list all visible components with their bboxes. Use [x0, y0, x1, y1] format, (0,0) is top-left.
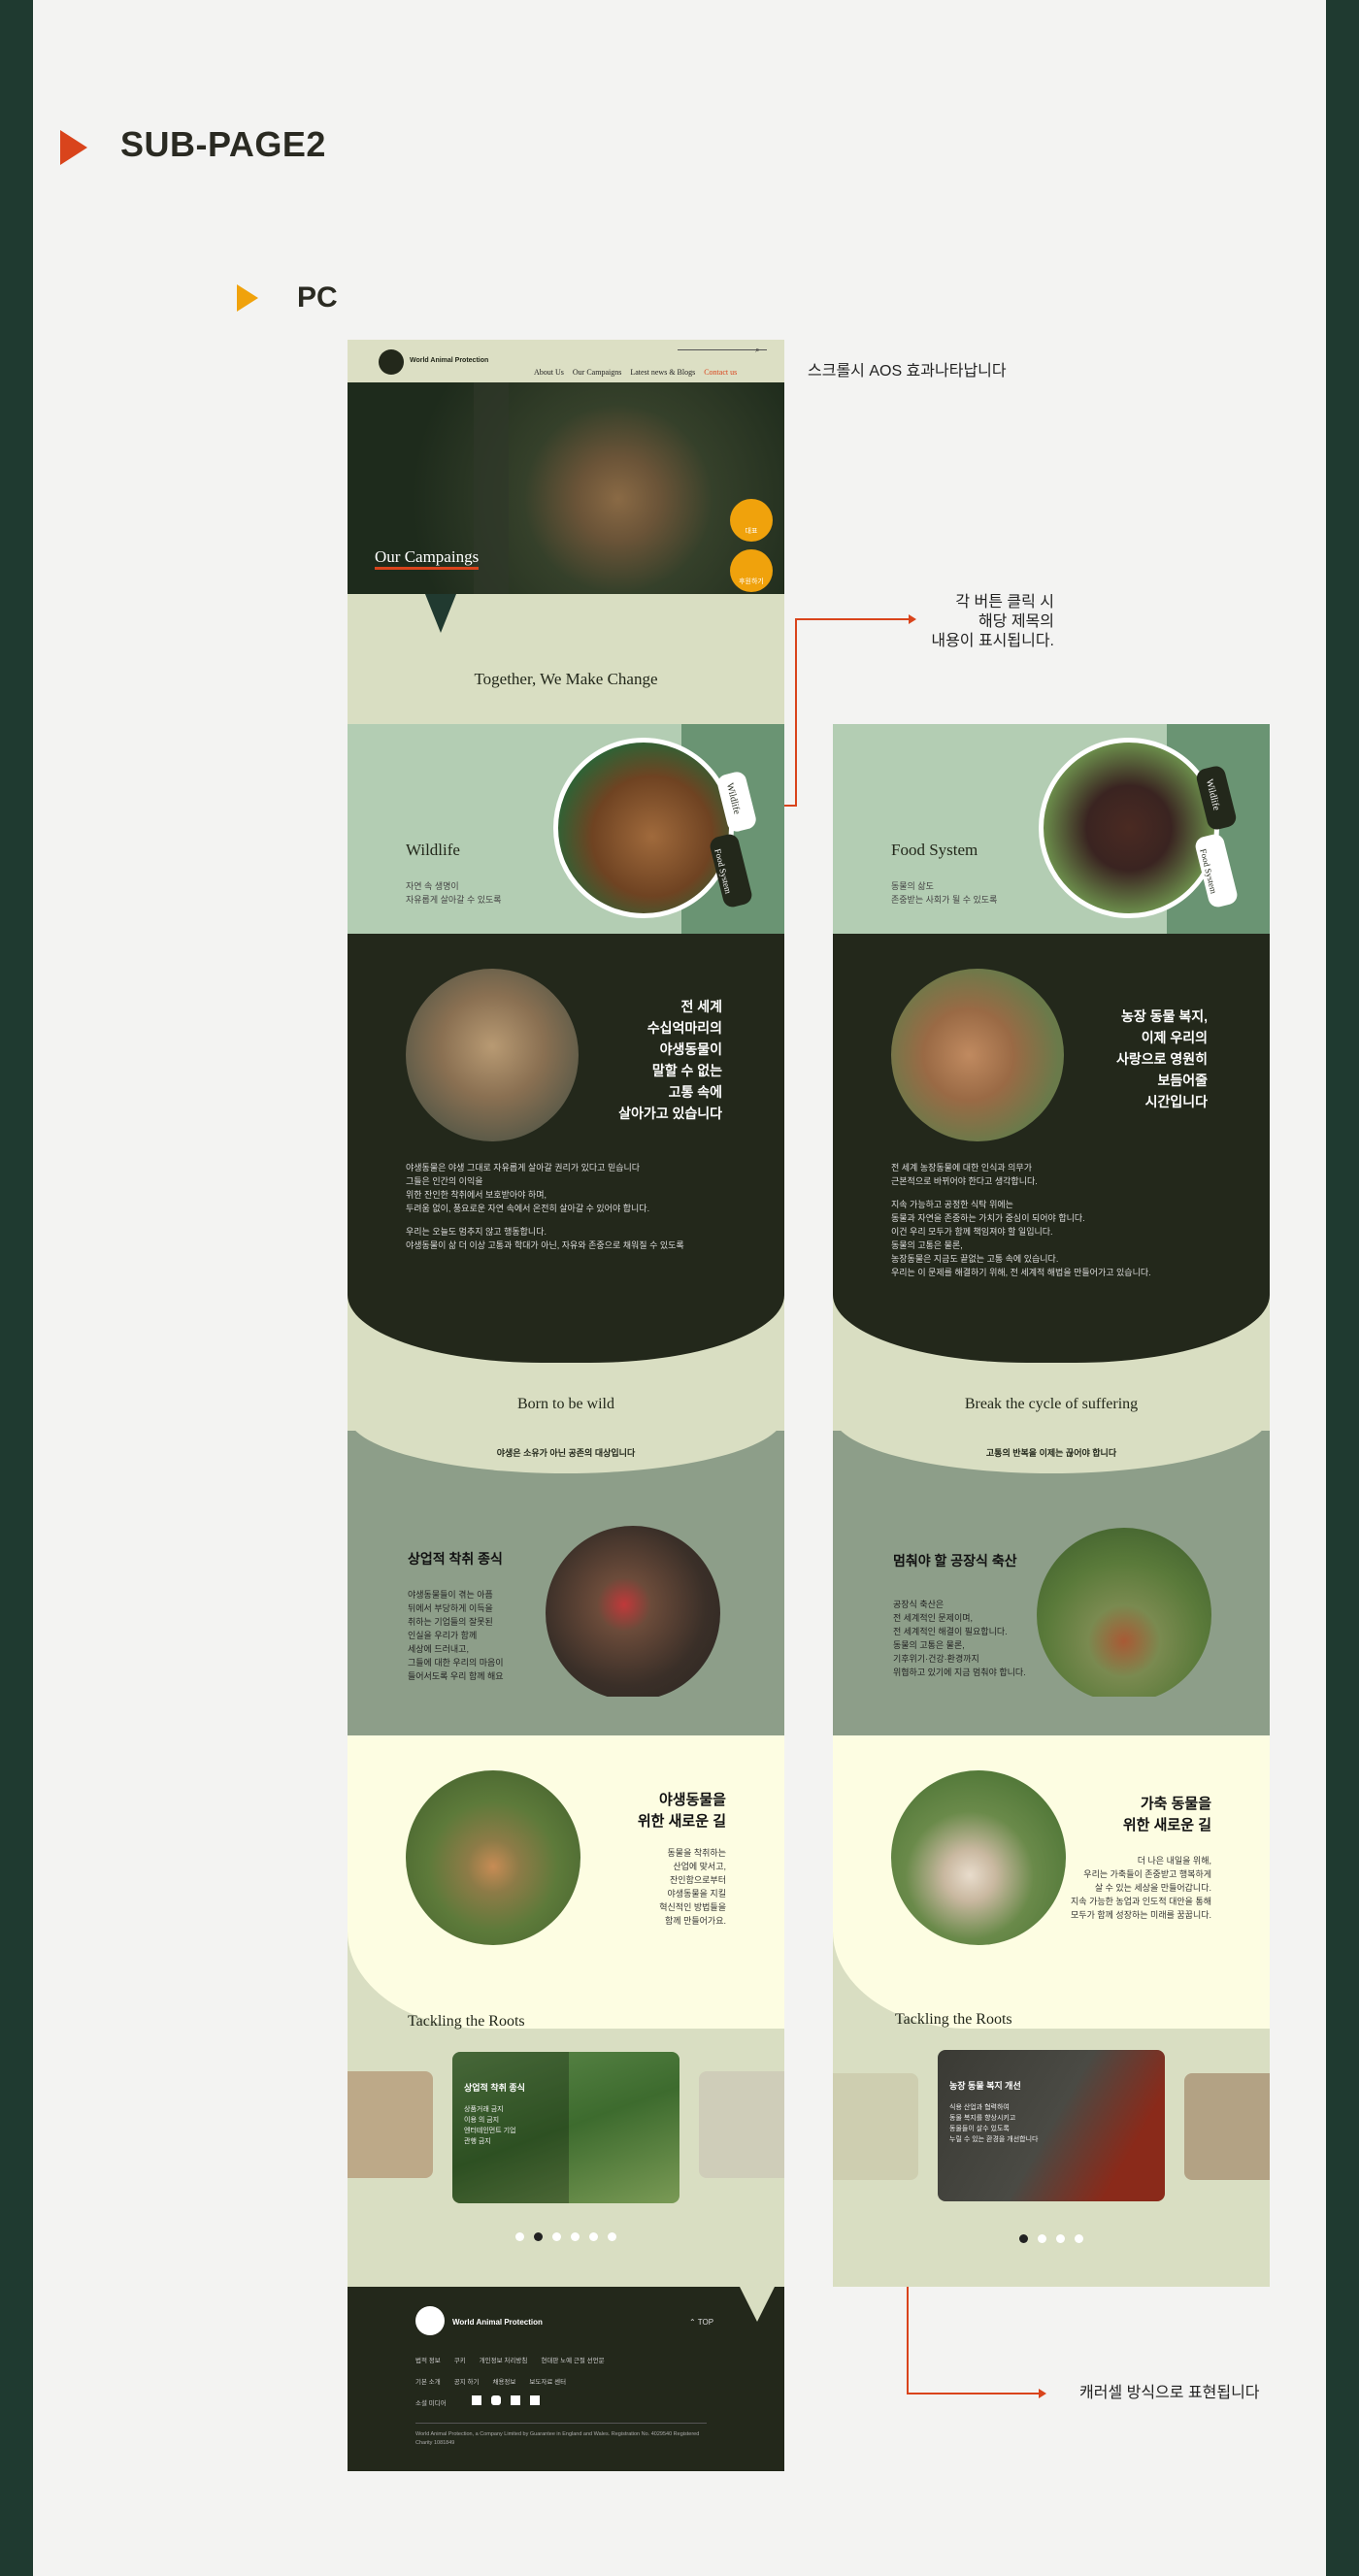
statement-body: 전 세계 농장동물에 대한 인식과 의무가 근본적으로 바뀌어야 한다고 생각합니… — [891, 1163, 1151, 1277]
page-mock-wildlife: World Animal Protection ⌕ About Us Our C… — [348, 340, 784, 2471]
youtube-icon[interactable] — [511, 2395, 520, 2405]
footer-links-row1: 법적 정보 쿠키 개인정보 처리방침 현대판 노예 근절 선언문 — [415, 2358, 605, 2364]
logo-text[interactable]: World Animal Protection — [410, 357, 488, 364]
solution-section: 가축 동물을 위한 새로운 길 더 나은 내일을 위해, 우리는 가축들이 존중받고… — [833, 1697, 1270, 2029]
nav-about[interactable]: About Us — [534, 368, 564, 377]
statement-section: 전 세계 수십억마리의 야생동물이 말할 수 없는 고통 속에 살아가고 있습니다 야생동… — [348, 934, 784, 1363]
hero-title: Our Campaings — [375, 547, 480, 570]
carousel-dot[interactable] — [534, 2232, 543, 2241]
topic-title: Food System — [891, 841, 978, 859]
footer-social-label: 소셜 미디어 — [415, 2400, 447, 2407]
cows-image — [1039, 738, 1219, 918]
card-title: 농장 동물 복지 개선 — [949, 2081, 1021, 2091]
nav-contact[interactable]: Contact us — [704, 368, 737, 377]
search-icon[interactable]: ⌕ — [755, 346, 759, 355]
nav-news[interactable]: Latest news & Blogs — [630, 368, 695, 377]
solution-body: 동물을 착취하는 산업에 맞서고, 잔인함으로부터 야생동물을 지킬 혁신적인 방법들을… — [659, 1848, 726, 1926]
floating-button-donate[interactable]: 후원하기 — [730, 549, 773, 592]
card-title: 상업적 착취 종식 — [464, 2083, 525, 2093]
roots-title: Tackling the Roots — [895, 2011, 1012, 2028]
carousel-dot[interactable] — [608, 2232, 616, 2241]
social-icons — [472, 2395, 540, 2405]
issue-title: 상업적 착취 종식 — [408, 1551, 503, 1567]
footer-logo-icon[interactable] — [415, 2306, 445, 2335]
carousel-dot[interactable] — [1075, 2234, 1083, 2243]
hero-image: Our Campaings 대표 후원하기 — [348, 382, 784, 594]
carousel-prev-card[interactable] — [833, 2073, 918, 2180]
logo-icon[interactable] — [379, 349, 404, 375]
intro-title: Together, We Make Change — [474, 670, 658, 688]
roots-title: Tackling the Roots — [408, 2013, 525, 2030]
floating-button-representative[interactable]: 대표 — [730, 499, 773, 542]
deer-image — [406, 969, 579, 1141]
band-subtitle-front: 야생은 소유가 아닌 공존의 대상입니다 — [496, 1448, 636, 1458]
carousel-dots — [833, 2230, 1270, 2248]
topic-title: Wildlife — [406, 841, 460, 859]
carousel-dot[interactable] — [1056, 2234, 1065, 2243]
carousel-active-card[interactable]: 농장 동물 복지 개선 식용 산업과 협력하여 동물 복지를 향상시키고 동물들이 … — [938, 2050, 1165, 2201]
statement-text: 전 세계 수십억마리의 야생동물이 말할 수 없는 고통 속에 살아가고 있습니다 — [618, 999, 722, 1121]
main-nav: About Us Our Campaigns Latest news & Blo… — [534, 368, 737, 377]
instagram-icon[interactable] — [491, 2395, 501, 2405]
band-title-front: Born to be wild — [517, 1396, 614, 1412]
hero-pointer — [425, 594, 456, 633]
carousel-active-card[interactable]: 상업적 착취 종식 상품거래 금지 이용 의 금지 엔터테인먼트 기업 관행 금지 — [452, 2052, 680, 2203]
topic-desc: 동물의 삶도 존중받는 사회가 될 수 있도록 — [891, 881, 998, 905]
topic-band: Food System 동물의 삶도 존중받는 사회가 될 수 있도록 Wildl… — [833, 724, 1270, 934]
carousel-prev-card[interactable] — [348, 2071, 433, 2178]
topic-desc: 자연 속 생명이 자유롭게 살아갈 수 있도록 — [406, 881, 502, 905]
farm-cow-image — [891, 1770, 1066, 1945]
issue-curve — [833, 1697, 1270, 1735]
solution-title: 야생동물을 위한 새로운 길 — [637, 1792, 726, 1830]
carousel-dot[interactable] — [515, 2232, 524, 2241]
solution-section: 야생동물을 위한 새로운 길 동물을 착취하는 산업에 맞서고, 잔인함으로부터 야생동… — [348, 1697, 784, 2029]
carousel-dot[interactable] — [571, 2232, 580, 2241]
issue-body: 공장식 축산은 전 세계적인 문제이며, 전 세계적인 해결이 필요합니다. 동물의 … — [893, 1600, 1026, 1677]
issue-curve — [348, 1697, 784, 1735]
footer-logo-text[interactable]: World Animal Protection — [452, 2318, 543, 2327]
issue-body: 야생동물들이 겪는 아픔 뒤에서 부당하게 이득을 취하는 기업들의 잘못된 인실을 … — [408, 1590, 504, 1681]
chickens-image — [1037, 1528, 1211, 1702]
carousel-dots — [348, 2229, 784, 2246]
floating-button-label: 후원하기 — [739, 578, 764, 585]
search-underline — [678, 349, 767, 350]
footer-notch — [740, 2287, 775, 2322]
card-body: 상품거래 금지 이용 의 금지 엔터테인먼트 기업 관행 금지 — [464, 2106, 516, 2145]
fox-image — [406, 1770, 580, 1945]
carousel-dot[interactable] — [1019, 2234, 1028, 2243]
statement-body: 야생동물은 야생 그대로 자유롭게 살아갈 권리가 있다고 믿습니다 그들은 인간… — [406, 1163, 684, 1250]
footer-links-row2: 기본 소개 공지 하기 채용정보 보도자료 센터 — [415, 2379, 567, 2386]
carousel-dot[interactable] — [589, 2232, 598, 2241]
nav-campaigns[interactable]: Our Campaigns — [573, 368, 621, 377]
statement-text: 농장 동물 복지, 이제 우리의 사랑으로 영원히 보듬어줄 시간입니다 — [1115, 1008, 1208, 1109]
solution-title: 가축 동물을 위한 새로운 길 — [1122, 1796, 1211, 1833]
carousel-next-card[interactable] — [1184, 2073, 1270, 2180]
band-subtitle: 고통의 반복을 이제는 끊어야 합니다 — [985, 1448, 1117, 1458]
statement-section: 농장 동물 복지, 이제 우리의 사랑으로 영원히 보듬어줄 시간입니다 전 세계 농장… — [833, 934, 1270, 1363]
site-header: World Animal Protection ⌕ About Us Our C… — [348, 340, 784, 382]
carousel-dot[interactable] — [1038, 2234, 1046, 2243]
card-body: 식용 산업과 협력하여 동물 복지를 향상시키고 동물들이 살수 있도록 누릴 수 있… — [949, 2104, 1039, 2143]
floating-button-label: 대표 — [745, 528, 758, 535]
carousel-next-card[interactable] — [699, 2071, 784, 2178]
x-icon[interactable] — [530, 2395, 540, 2405]
carousel-dot[interactable] — [552, 2232, 561, 2241]
page-mock-food-system: Food System 동물의 삶도 존중받는 사회가 될 수 있도록 Wildl… — [833, 724, 1270, 2287]
issue-title: 멈춰야 할 공장식 축산 — [893, 1553, 1017, 1569]
site-footer: World Animal Protection ⌃ TOP 법적 정보 쿠키 개인정… — [348, 2287, 784, 2471]
bear-image — [553, 738, 734, 918]
band-title: Break the cycle of suffering — [964, 1396, 1139, 1412]
topic-band: Wildlife 자연 속 생명이 자유롭게 살아갈 수 있도록 Wildlife… — [348, 724, 784, 934]
solution-body: 더 나은 내일을 위해, 우리는 가축들이 존중받고 행복하게 살 수 있는 세상을… — [1071, 1856, 1211, 1920]
footer-divider — [415, 2423, 707, 2424]
footer-copyright: World Animal Protection, a Company Limit… — [415, 2431, 700, 2446]
tree-trunk-shape — [474, 382, 509, 594]
cattle-image — [891, 969, 1064, 1141]
facebook-icon[interactable] — [472, 2395, 481, 2405]
top-button[interactable]: ⌃ TOP — [689, 2318, 713, 2327]
ape-image — [546, 1526, 720, 1701]
